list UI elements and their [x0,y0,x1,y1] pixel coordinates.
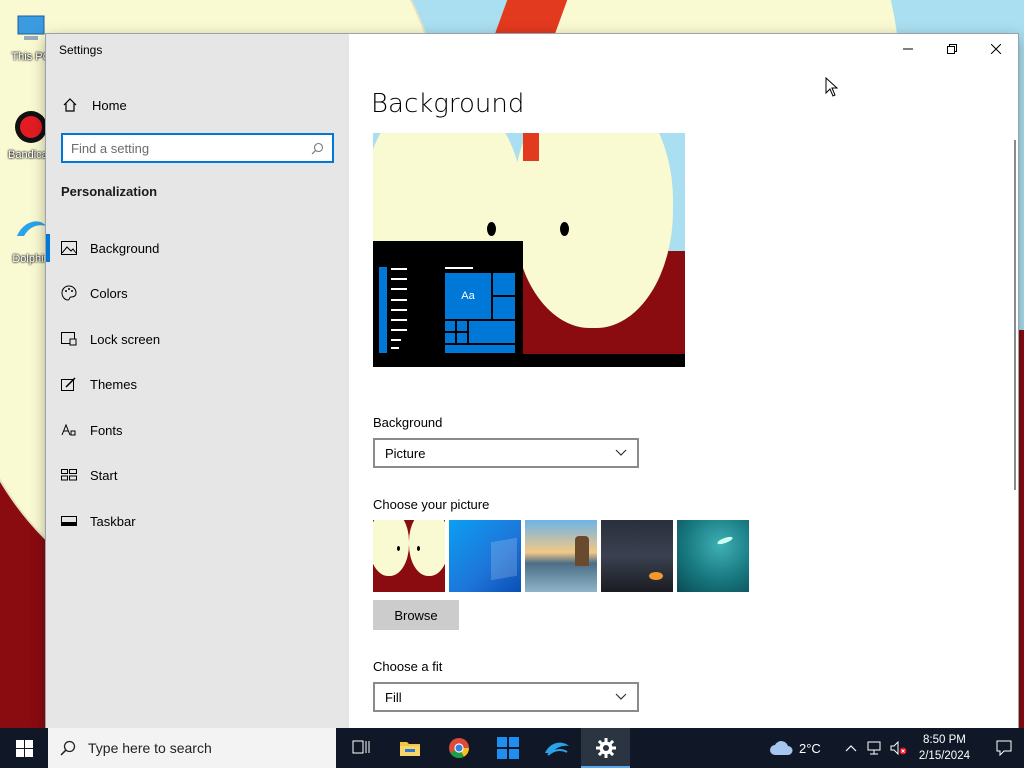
show-hidden-icons-button[interactable] [839,728,863,768]
find-setting-box[interactable] [61,133,334,163]
themes-icon [61,376,77,392]
taskbar-search-placeholder: Type here to search [88,740,212,756]
settings-window: Settings Home Personalization Background [46,34,1018,728]
taskbar: Type here to search 2°C 8:50 PM 2/15/202… [0,728,1024,768]
dolphin-icon [544,742,569,756]
background-label: Background [373,415,443,430]
chrome-button[interactable] [434,728,483,768]
start-icon [61,467,77,483]
sidebar-item-themes[interactable]: Themes [46,365,349,403]
fit-dropdown-value: Fill [385,689,402,705]
chevron-up-icon [845,745,857,752]
chevron-down-icon [615,693,627,700]
weather-widget[interactable]: 2°C [769,740,821,756]
sidebar-item-colors[interactable]: Colors [46,274,349,312]
fonts-icon [61,422,77,438]
palette-icon [61,285,77,301]
task-view-button[interactable] [336,728,385,768]
network-button[interactable] [863,728,887,768]
sidebar-item-label: Colors [90,285,128,301]
weather-temperature: 2°C [799,740,821,756]
sidebar-item-taskbar[interactable]: Taskbar [46,502,349,540]
thumbnail-beach[interactable] [525,520,597,592]
computer-icon [17,15,45,40]
home-link[interactable]: Home [62,95,127,115]
window-title: Settings [59,43,103,57]
start-button[interactable] [0,728,48,768]
sidebar-item-start[interactable]: Start [46,456,349,494]
cloud-icon [770,741,793,755]
notification-icon [996,740,1012,756]
taskbar-search[interactable]: Type here to search [48,728,336,768]
mouse-cursor-icon [825,77,838,97]
home-icon [63,98,77,112]
taskbar-icon [61,513,77,529]
windows-logo-icon [15,739,33,757]
background-dropdown-value: Picture [385,445,426,461]
sidebar-item-lock-screen[interactable]: Lock screen [46,320,349,358]
lock-screen-icon [61,331,77,347]
start-tiles-button[interactable] [483,728,532,768]
thumbnail-underwater[interactable] [677,520,749,592]
fit-dropdown[interactable]: Fill [373,682,639,712]
sidebar: Settings Home Personalization Background [46,34,349,728]
preview-sample-text: Aa [445,273,491,319]
sidebar-item-label: Taskbar [90,513,136,529]
clock-time: 8:50 PM [923,734,966,746]
clock[interactable]: 8:50 PM 2/15/2024 [919,732,970,764]
sidebar-item-label: Fonts [90,422,123,438]
record-icon [15,111,47,143]
gear-icon [595,738,616,758]
main-content: Background Aa Background Picture Choose … [349,34,1018,728]
sidebar-item-label: Background [90,240,160,256]
choose-picture-label: Choose your picture [373,497,490,512]
sidebar-item-background[interactable]: Background [46,229,349,267]
thumbnail-night-sky[interactable] [601,520,673,592]
tiles-icon [496,737,519,759]
clock-date: 2/15/2024 [918,750,970,762]
home-label: Home [92,97,127,113]
network-icon [867,741,881,755]
task-view-icon [352,740,369,754]
scrollbar[interactable] [1014,140,1016,490]
page-title: Background [371,89,525,119]
notifications-button[interactable] [984,728,1024,768]
thumbnail-windows-blue[interactable] [449,520,521,592]
sidebar-item-label: Themes [90,376,137,392]
background-dropdown[interactable]: Picture [373,438,639,468]
settings-taskbar-button[interactable] [581,728,630,768]
system-tray: 2°C 8:50 PM 2/15/2024 [769,728,1024,768]
folder-icon [399,742,420,756]
volume-button[interactable] [887,728,911,768]
file-explorer-button[interactable] [385,728,434,768]
search-icon [311,142,324,154]
thumbnail-apple[interactable] [373,520,445,592]
sidebar-item-fonts[interactable]: Fonts [46,411,349,449]
sidebar-item-label: Lock screen [90,331,161,347]
choose-fit-label: Choose a fit [373,659,443,674]
picture-icon [61,240,77,256]
volume-muted-icon [890,741,907,755]
sidebar-item-label: Start [90,467,118,483]
picture-thumbnails [373,520,749,592]
browse-button[interactable]: Browse [373,600,459,630]
chevron-down-icon [615,449,627,456]
dolphin-icon [17,221,46,236]
section-title: Personalization [61,184,158,199]
find-setting-input[interactable] [71,140,311,156]
chrome-icon [448,738,469,758]
background-preview: Aa [373,133,685,367]
search-icon [60,740,76,756]
dolphin-button[interactable] [532,728,581,768]
